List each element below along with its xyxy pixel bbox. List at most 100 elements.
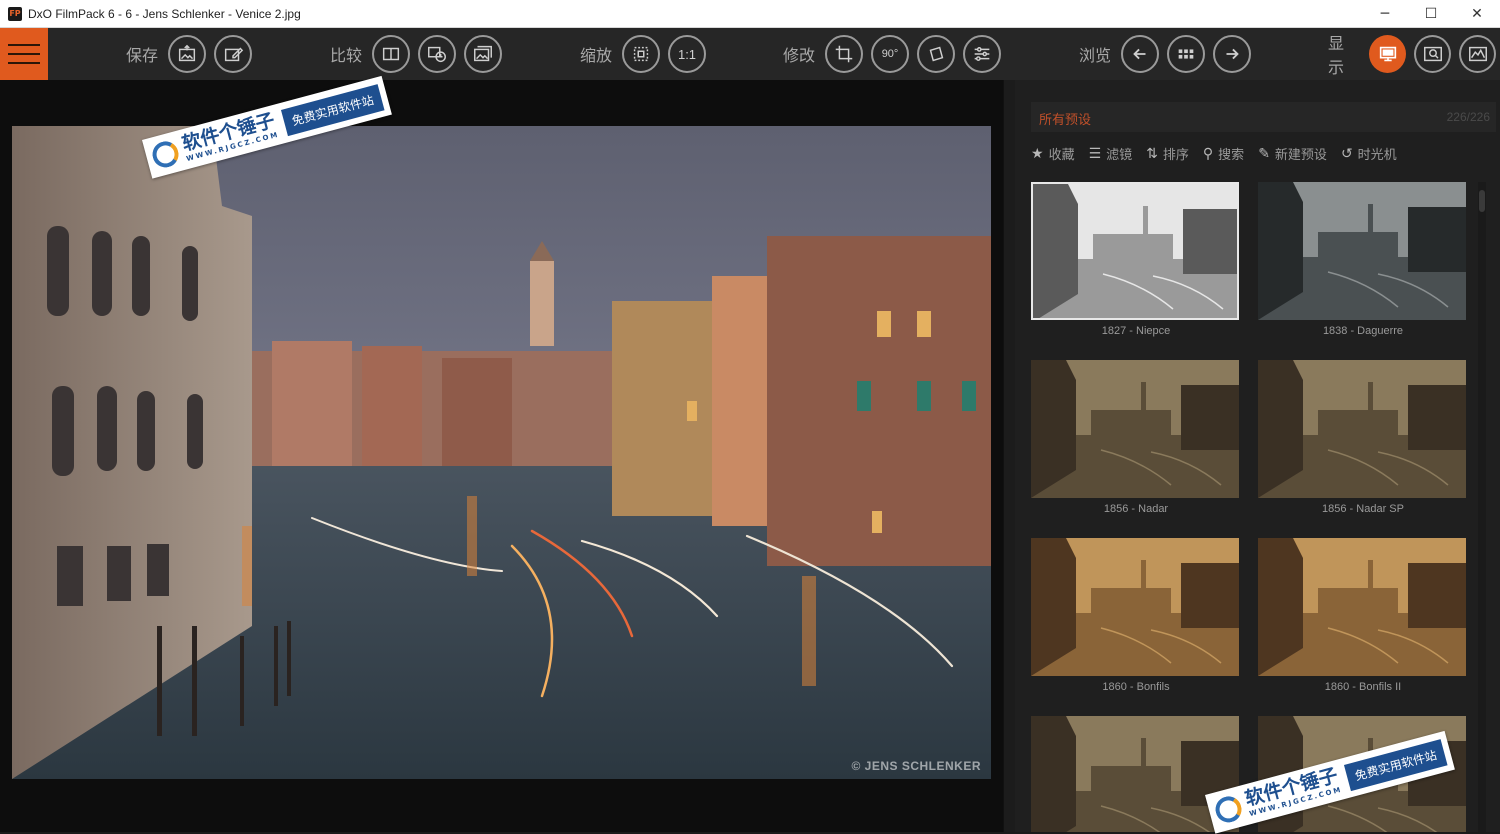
- fit-to-screen-button[interactable]: [622, 35, 661, 73]
- watermark-logo-icon: [149, 138, 182, 171]
- rotate-90-label: 90°: [881, 48, 899, 60]
- time-machine-icon: ↺: [1340, 145, 1353, 162]
- filter-label: 滤镜: [1106, 148, 1133, 163]
- window-title: DxO FilmPack 6 - 6 - Jens Schlenker - Ve…: [28, 6, 301, 21]
- preset-preview-image[interactable]: [1031, 716, 1239, 832]
- before-after-button[interactable]: [464, 35, 503, 73]
- adjustments-button[interactable]: [963, 35, 1002, 73]
- edit-export-icon: [224, 47, 244, 62]
- preset-thumbnail[interactable]: 1860 - Bonfils: [1031, 538, 1241, 693]
- preset-preview-image[interactable]: [1258, 538, 1466, 676]
- grid-icon: [1178, 49, 1194, 59]
- maximize-button[interactable]: ☐: [1408, 0, 1454, 28]
- straighten-icon: [929, 46, 944, 62]
- presets-title: 所有预设: [1039, 113, 1092, 128]
- edit-group: 修改 90°: [783, 28, 1005, 80]
- filter-button[interactable]: ☰ 滤镜: [1088, 144, 1133, 164]
- window-controls: ─ ☐ ✕: [1362, 0, 1500, 28]
- export-image-button[interactable]: [168, 35, 207, 73]
- browse-label: 浏览: [1079, 46, 1112, 65]
- main-photo[interactable]: © JENS SCHLENKER: [12, 126, 991, 779]
- presets-header[interactable]: 所有预设 226/226: [1031, 102, 1496, 132]
- previous-image-button[interactable]: [1121, 35, 1160, 73]
- sort-icon: ⇅: [1146, 145, 1158, 162]
- fullscreen-display-button[interactable]: [1369, 35, 1407, 73]
- main-toolbar: 保存 比较 缩放 1:1 修改 90° 浏览 显示: [0, 28, 1500, 80]
- preset-preview-image[interactable]: [1031, 182, 1239, 320]
- straighten-button[interactable]: [917, 35, 956, 73]
- edit-label: 修改: [783, 46, 816, 65]
- close-button[interactable]: ✕: [1454, 0, 1500, 28]
- presets-toolbar: ★ 收藏 ☰ 滤镜 ⇅ 排序 ⚲ 搜索 ✎ 新建预设 ↺ 时光机: [1031, 144, 1397, 164]
- sort-label: 排序: [1162, 148, 1189, 163]
- next-image-button[interactable]: [1213, 35, 1252, 73]
- image-viewer[interactable]: © JENS SCHLENKER: [0, 80, 1003, 832]
- time-machine-label: 时光机: [1357, 148, 1397, 163]
- new-preset-button[interactable]: ✎ 新建预设: [1258, 144, 1327, 164]
- monitor-icon: [1379, 46, 1396, 62]
- compare-group: 比较: [330, 28, 506, 80]
- preset-name: 1827 - Niepce: [1101, 325, 1171, 337]
- fit-screen-icon: [633, 46, 649, 62]
- export-edit-button[interactable]: [214, 35, 253, 73]
- time-machine-button[interactable]: ↺ 时光机: [1340, 144, 1397, 164]
- image-stack-icon: [474, 45, 492, 62]
- display-group: 显示: [1328, 28, 1500, 80]
- crop-button[interactable]: [825, 35, 864, 73]
- histogram-icon: [1468, 46, 1487, 62]
- preset-name: 1856 - Nadar: [1103, 503, 1169, 515]
- display-label: 显示: [1328, 34, 1345, 77]
- zoom-100-button[interactable]: 1:1: [668, 35, 707, 73]
- title-bar: FP DxO FilmPack 6 - 6 - Jens Schlenker -…: [0, 0, 1500, 28]
- preset-thumbnail[interactable]: 1856 - Nadar SP: [1258, 360, 1468, 515]
- split-view-icon: [382, 47, 400, 61]
- preset-thumbnail[interactable]: 1856 - Nadar: [1031, 360, 1241, 515]
- rotate-90-button[interactable]: 90°: [871, 35, 910, 73]
- sort-button[interactable]: ⇅ 排序: [1146, 144, 1189, 164]
- preset-name: 1860 - Bonfils: [1102, 681, 1170, 693]
- loupe-button[interactable]: [1414, 35, 1452, 73]
- history-button[interactable]: [418, 35, 457, 73]
- arrow-right-icon: [1226, 48, 1239, 60]
- panel-splitter[interactable]: [1003, 80, 1015, 832]
- preset-thumbnail[interactable]: 1838 - Daguerre: [1258, 182, 1468, 337]
- preset-preview-image[interactable]: [1031, 360, 1239, 498]
- compare-label: 比较: [330, 46, 363, 65]
- minimize-button[interactable]: ─: [1362, 0, 1408, 28]
- save-group: 保存: [126, 28, 256, 80]
- preset-name: 1838 - Daguerre: [1322, 325, 1404, 337]
- presets-count: 226/226: [1446, 110, 1490, 124]
- preset-thumbnail[interactable]: 1827 - Niepce: [1031, 182, 1241, 337]
- crop-icon: [835, 45, 853, 63]
- search-icon: ⚲: [1202, 145, 1214, 162]
- favorites-button[interactable]: ★ 收藏: [1031, 144, 1075, 164]
- venice-photo-graphic: [12, 126, 991, 779]
- watermark-logo-icon: [1212, 793, 1245, 826]
- presets-panel: 所有预设 226/226 ★ 收藏 ☰ 滤镜 ⇅ 排序 ⚲ 搜索 ✎ 新建预设 …: [1015, 80, 1500, 832]
- compare-split-button[interactable]: [372, 35, 411, 73]
- list-icon: ☰: [1088, 145, 1102, 162]
- app-icon: FP: [8, 6, 22, 21]
- presets-scrollbar[interactable]: [1478, 182, 1486, 832]
- magnifier-icon: [1423, 46, 1442, 62]
- zoom-group: 缩放 1:1: [580, 28, 710, 80]
- browse-group: 浏览: [1079, 28, 1255, 80]
- sliders-icon: [974, 47, 990, 61]
- scrollbar-thumb[interactable]: [1479, 190, 1485, 212]
- preset-preview-image[interactable]: [1031, 538, 1239, 676]
- search-label: 搜索: [1218, 148, 1245, 163]
- histogram-button[interactable]: [1459, 35, 1497, 73]
- photo-credit: © JENS SCHLENKER: [851, 759, 981, 773]
- export-image-icon: [178, 44, 196, 62]
- star-icon: ★: [1031, 145, 1044, 162]
- arrow-left-icon: [1133, 48, 1146, 60]
- hamburger-menu-button[interactable]: [0, 28, 48, 80]
- preset-name: 1860 - Bonfils II: [1324, 681, 1402, 693]
- zoom-label: 缩放: [580, 46, 613, 65]
- preset-thumbnail[interactable]: 1860 - Bonfils II: [1258, 538, 1468, 693]
- preset-preview-image[interactable]: [1258, 182, 1466, 320]
- grid-view-button[interactable]: [1167, 35, 1206, 73]
- preset-preview-image[interactable]: [1258, 360, 1466, 498]
- preset-name: 1856 - Nadar SP: [1322, 503, 1404, 515]
- search-button[interactable]: ⚲ 搜索: [1202, 144, 1245, 164]
